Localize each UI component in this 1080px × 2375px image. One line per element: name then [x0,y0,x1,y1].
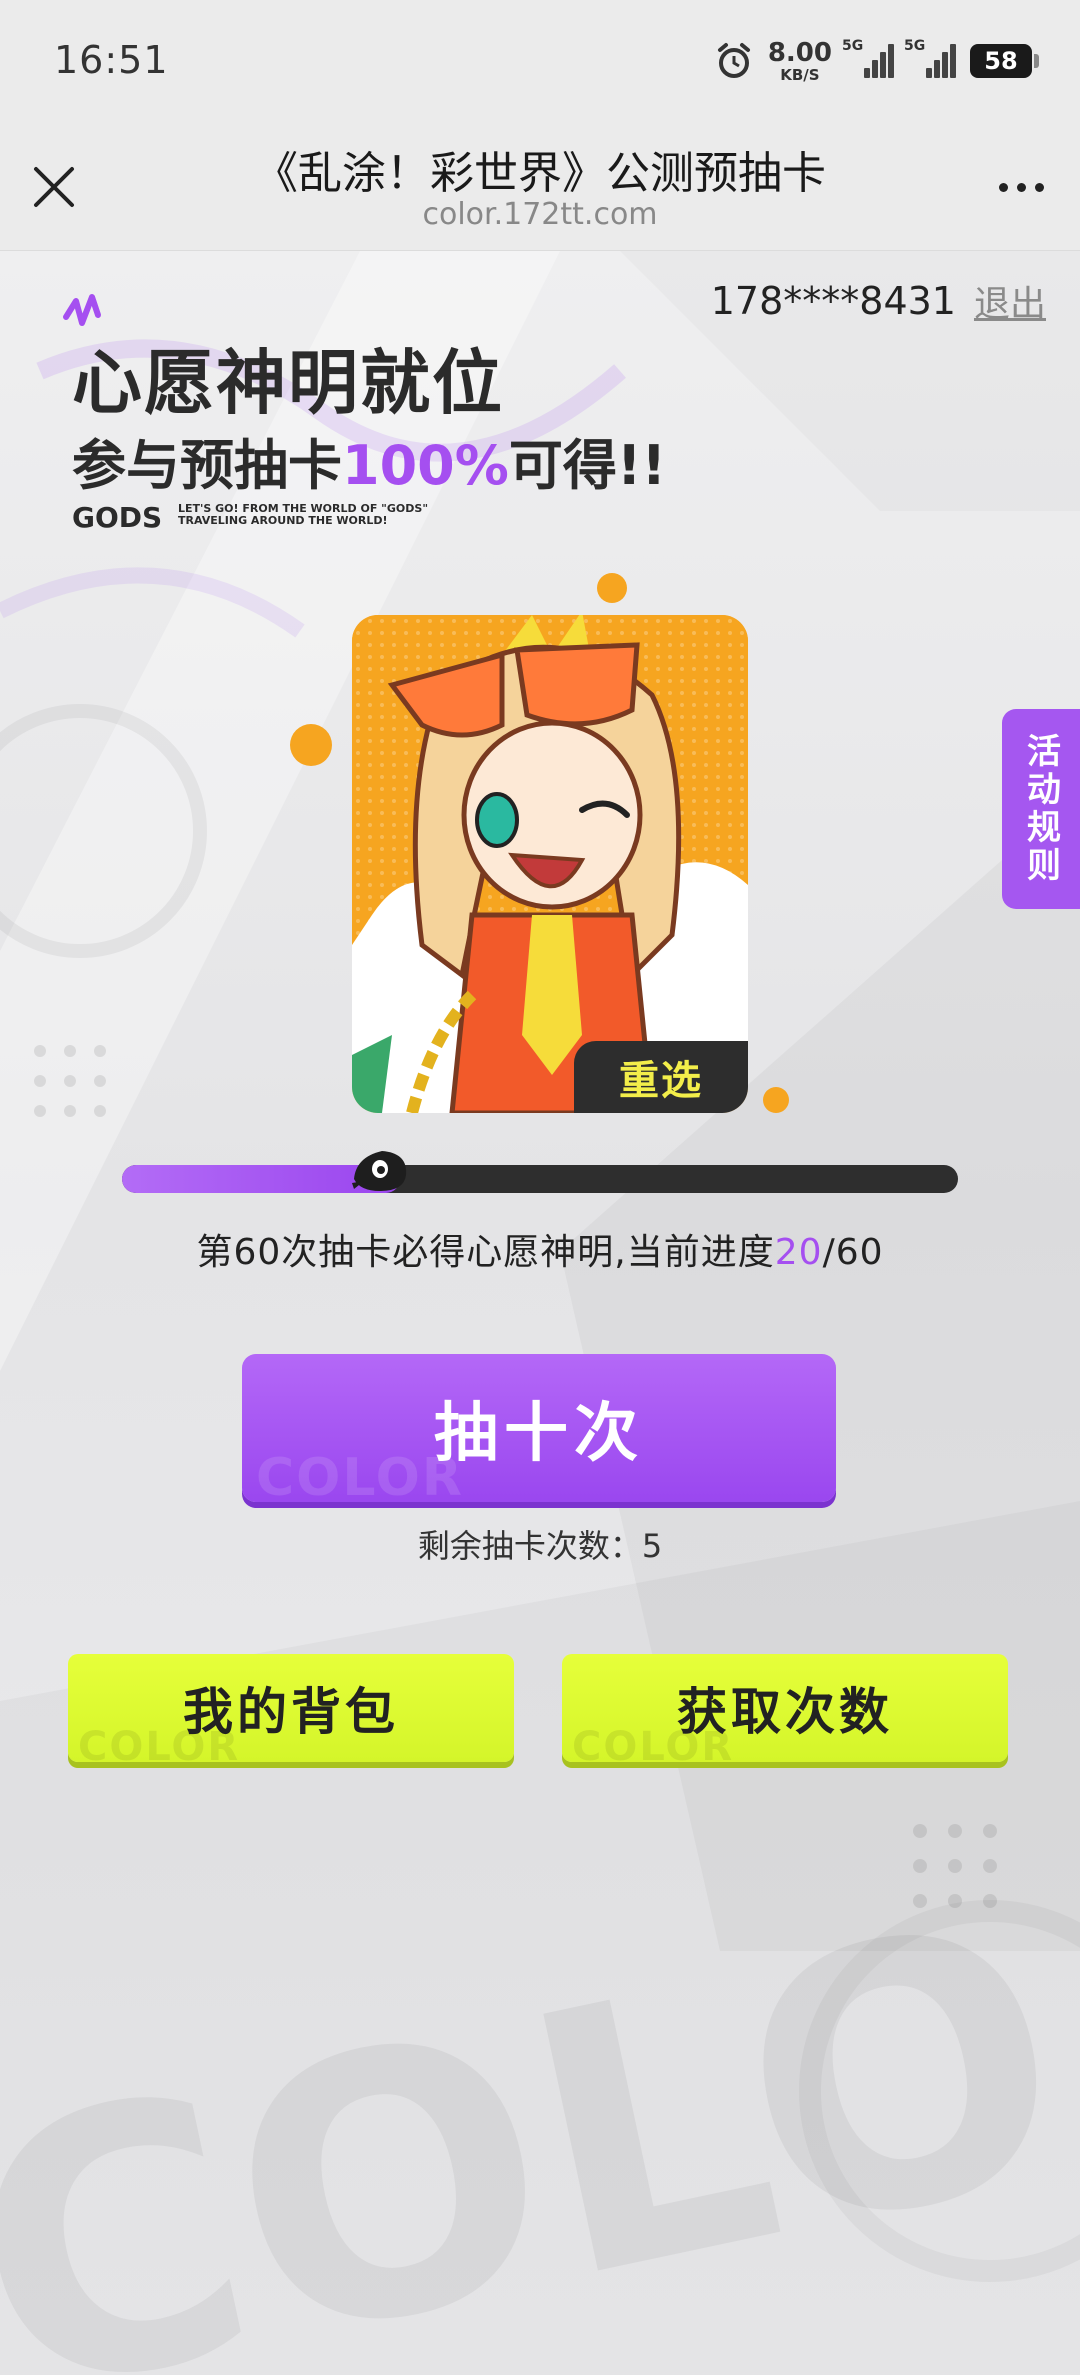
status-icons: 8.00 KB/S 5G 5G 58 [714,36,1039,86]
draw-button-watermark: COLOR [256,1448,464,1502]
remaining-draws: 剩余抽卡次数：5 [417,1527,663,1565]
close-icon [34,167,74,207]
user-phone: 178****8431 [710,279,956,323]
draw-ten-label: 抽十次 [434,1397,644,1471]
blob-knob-icon [352,1151,407,1191]
headline-subtitle-prefix: 参与预抽卡 [72,434,342,497]
character-card[interactable]: 重选 [352,615,748,1113]
page-url: color.172tt.com [422,197,658,232]
headline-subtitle: 参与预抽卡100%可得!! [72,421,666,500]
signal-1-tag: 5G [842,38,864,54]
activity-rules-tab[interactable]: 活动规则 [1002,709,1080,909]
status-time: 16:51 [54,38,169,82]
network-speed: 8.00 KB/S [768,40,832,83]
progress-current: 20 [774,1232,823,1273]
gods-slogan: LET'S GO! FROM THE WORLD OF "GODS" TRAVE… [178,502,429,527]
progress-prefix: 第60次抽卡必得心愿神明,当前进度 [196,1232,775,1273]
my-bag-label: 我的背包 [183,1683,399,1741]
title-bar: 《乱涂！彩世界》公测预抽卡 color.172tt.com [0,125,1080,251]
reselect-button[interactable]: 重选 [574,1041,748,1113]
close-button[interactable] [24,157,84,217]
main-content: COLO 178****8431 退出 心愿神明就位 参与预抽卡100%可得!!… [0,251,1080,2375]
orange-dot [290,724,332,766]
network-speed-value: 8.00 [767,37,832,68]
draw-ten-button[interactable]: COLOR 抽十次 [242,1354,836,1502]
headline-banner: 心愿神明就位 参与预抽卡100%可得!! GODS LET'S GO! FROM… [58,287,738,534]
status-bar: 16:51 8.00 KB/S 5G 5G 58 [0,0,1080,125]
headline-subtitle-highlight: 100% [342,434,509,497]
progress-total: 60 [835,1232,884,1273]
headline-title: 心愿神明就位 [72,342,504,424]
progress-text: 第60次抽卡必得心愿神明,当前进度20/60 [0,1223,1080,1275]
headline-subtitle-suffix: 可得!! [508,434,667,497]
get-draws-button[interactable]: COLOR 获取次数 [562,1654,1008,1762]
my-bag-button[interactable]: COLOR 我的背包 [68,1654,514,1762]
signal-icon-2: 5G [904,38,956,78]
character-illustration [352,615,748,1113]
alarm-icon [717,43,750,78]
more-options-button[interactable] [986,157,1056,217]
more-dot-icon [1034,182,1044,192]
orange-dot [597,573,627,603]
progress-bar [122,1151,958,1193]
gods-word: GODS [72,501,163,534]
user-info: 178****8431 退出 [711,275,1046,327]
more-dot-icon [998,182,1008,192]
signal-2-tag: 5G [904,38,926,54]
battery-level: 58 [984,47,1018,75]
orange-dot [763,1087,789,1113]
signal-icon-1: 5G [842,38,894,78]
network-speed-unit: KB/S [780,65,820,84]
activity-rules-label: 活动规则 [1020,733,1061,885]
progress-separator: / [822,1232,836,1273]
more-dot-icon [1016,182,1026,192]
battery-icon: 58 [970,44,1039,78]
logout-link[interactable]: 退出 [974,275,1046,327]
get-draws-label: 获取次数 [677,1683,893,1741]
page-title: 《乱涂！彩世界》公测预抽卡 [254,148,826,199]
